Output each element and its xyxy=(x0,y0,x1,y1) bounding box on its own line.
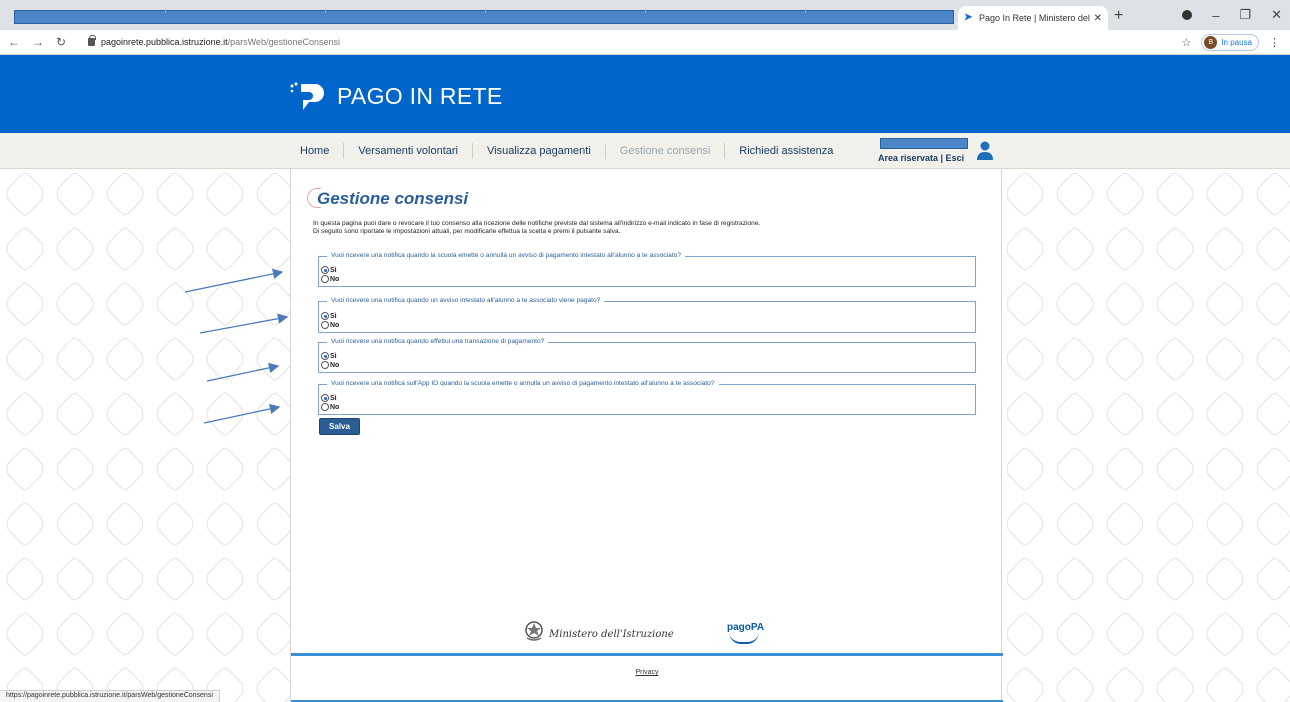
menu-visualizza-pagamenti[interactable]: Visualizza pagamenti xyxy=(472,143,605,159)
intro-line-1: In questa pagina puoi dare o revocare il… xyxy=(313,220,761,227)
close-window-icon[interactable]: ✕ xyxy=(1271,7,1282,23)
window-controls: – ❐ ✕ xyxy=(1182,7,1282,23)
radio-label: No xyxy=(330,403,340,411)
radio-unchecked-icon[interactable] xyxy=(321,275,329,283)
page-title: Gestione consensi xyxy=(317,189,469,208)
save-button[interactable]: Salva xyxy=(319,418,360,435)
redacted-tabs xyxy=(14,9,954,24)
site-logo[interactable]: PAGO IN RETE xyxy=(289,80,502,112)
restore-icon[interactable]: ❐ xyxy=(1239,7,1251,23)
close-tab-icon[interactable]: ✕ xyxy=(1094,13,1102,24)
minimize-icon[interactable]: – xyxy=(1212,8,1219,23)
profile-label: In pausa xyxy=(1221,38,1252,47)
consent-question-2: Vuoi ricevere una notifica quando un avv… xyxy=(327,297,605,304)
main-menu-bar: Home Versamenti volontari Visualizza pag… xyxy=(0,133,1290,169)
consent-question-1: Vuoi ricevere una notifica quando la scu… xyxy=(327,252,685,259)
tab-title: Pago In Rete | Ministero dell'Istr xyxy=(979,13,1090,23)
intro-text: In questa pagina puoi dare o revocare il… xyxy=(313,220,993,236)
content-card: Gestione consensi In questa pagina puoi … xyxy=(290,169,1003,702)
forward-icon[interactable]: → xyxy=(32,35,44,49)
user-area: Area riservata | Esci xyxy=(876,136,996,166)
menu-gestione-consensi[interactable]: Gestione consensi xyxy=(604,143,725,159)
address-bar: ← → ↻ pagoinrete.pubblica.istruzione.it … xyxy=(0,30,1290,55)
pagoinrete-logo-icon xyxy=(290,82,324,110)
consent-question-4: Vuoi ricevere una notifica sull'App IO q… xyxy=(327,380,719,387)
radio-label: Sì xyxy=(330,352,337,360)
toolbar-right: ☆ B In pausa ⋮ xyxy=(1181,34,1280,51)
reload-icon[interactable]: ↻ xyxy=(56,35,66,49)
consent-2-yes[interactable]: Sì xyxy=(321,312,337,320)
footer-divider xyxy=(291,653,1003,656)
intro-line-2: Di seguito sono riportate le impostazion… xyxy=(313,228,621,235)
consent-group-4: Vuoi ricevere una notifica sull'App IO q… xyxy=(318,380,976,415)
pagoinrete-favicon-icon: ➤ xyxy=(964,12,973,23)
menu-richiedi-assistenza[interactable]: Richiedi assistenza xyxy=(724,143,847,159)
user-links[interactable]: Area riservata | Esci xyxy=(878,153,964,163)
consent-4-yes[interactable]: Sì xyxy=(321,394,337,402)
pagopa-arc-icon xyxy=(729,632,759,644)
active-tab[interactable]: ➤ Pago In Rete | Ministero dell'Istr ✕ xyxy=(958,6,1108,30)
star-icon[interactable]: ☆ xyxy=(1181,36,1191,49)
redacted-username xyxy=(880,138,968,149)
radio-checked-icon[interactable] xyxy=(321,266,329,274)
url-field[interactable]: pagoinrete.pubblica.istruzione.it /parsW… xyxy=(88,35,340,47)
ministry-logo: Ministero dell'Istruzione xyxy=(549,629,674,640)
consent-group-1: Vuoi ricevere una notifica quando la scu… xyxy=(318,252,976,287)
status-bar-url: https://pagoinrete.pubblica.istruzione.i… xyxy=(0,690,220,702)
radio-label: No xyxy=(330,275,340,283)
privacy-link[interactable]: Privacy xyxy=(291,669,1003,676)
user-icon[interactable] xyxy=(976,141,994,161)
extension-icon[interactable] xyxy=(1182,10,1193,20)
radio-checked-icon[interactable] xyxy=(321,352,329,360)
profile-button[interactable]: B In pausa xyxy=(1201,34,1259,51)
consent-group-2: Vuoi ricevere una notifica quando un avv… xyxy=(318,297,976,333)
consent-1-no[interactable]: No xyxy=(321,275,339,283)
menu-home[interactable]: Home xyxy=(290,143,343,159)
site-header: PAGO IN RETE xyxy=(0,55,1290,133)
radio-unchecked-icon[interactable] xyxy=(321,361,329,369)
radio-checked-icon[interactable] xyxy=(321,394,329,402)
radio-unchecked-icon[interactable] xyxy=(321,403,329,411)
radio-label: Sì xyxy=(330,394,337,402)
menu-versamenti-volontari[interactable]: Versamenti volontari xyxy=(343,143,472,159)
nav-buttons: ← → ↻ xyxy=(8,35,66,49)
main-menu: Home Versamenti volontari Visualizza pag… xyxy=(290,133,847,169)
logo-text: PAGO IN RETE xyxy=(337,82,503,109)
profile-avatar: B xyxy=(1204,36,1218,49)
consent-2-no[interactable]: No xyxy=(321,321,339,329)
radio-label: Sì xyxy=(330,312,337,320)
radio-unchecked-icon[interactable] xyxy=(321,321,329,329)
new-tab-icon[interactable]: + xyxy=(1114,7,1123,25)
back-icon[interactable]: ← xyxy=(8,35,20,49)
footer-logos: Ministero dell'Istruzione pagoPA xyxy=(291,614,1003,654)
browser-tabstrip: ➤ Pago In Rete | Ministero dell'Istr ✕ +… xyxy=(0,0,1290,30)
italian-republic-emblem-icon xyxy=(525,621,543,641)
menu-kebab-icon[interactable]: ⋮ xyxy=(1269,36,1280,49)
radio-label: No xyxy=(330,361,340,369)
consent-3-yes[interactable]: Sì xyxy=(321,352,337,360)
radio-label: No xyxy=(330,321,340,329)
consent-3-no[interactable]: No xyxy=(321,361,339,369)
radio-label: Sì xyxy=(330,266,337,274)
radio-checked-icon[interactable] xyxy=(321,312,329,320)
consent-question-3: Vuoi ricevere una notifica quando effett… xyxy=(327,338,549,345)
url-host: pagoinrete.pubblica.istruzione.it xyxy=(101,37,228,47)
consent-group-3: Vuoi ricevere una notifica quando effett… xyxy=(318,338,976,373)
lock-icon[interactable] xyxy=(88,35,96,46)
consent-1-yes[interactable]: Sì xyxy=(321,266,337,274)
consent-4-no[interactable]: No xyxy=(321,403,339,411)
url-path: /parsWeb/gestioneConsensi xyxy=(227,37,340,47)
